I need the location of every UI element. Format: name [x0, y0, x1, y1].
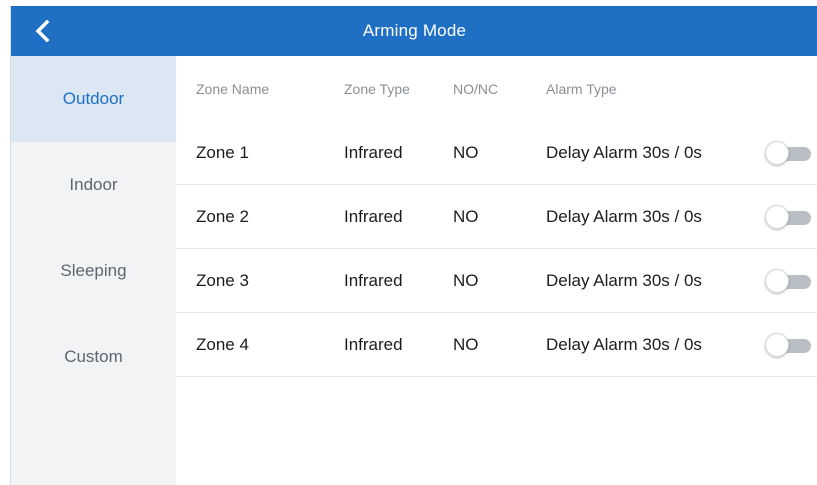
table-row: Zone 2 Infrared NO Delay Alarm 30s / 0s — [176, 185, 817, 249]
sidebar-item-outdoor[interactable]: Outdoor — [11, 56, 176, 142]
zone-name: Zone 3 — [196, 270, 249, 290]
toggle-knob — [765, 268, 789, 293]
alarm-type[interactable]: Delay Alarm 30s / 0s — [546, 335, 702, 355]
zone-enable-toggle[interactable] — [765, 204, 811, 229]
zone-name: Zone 1 — [196, 142, 249, 162]
no-nc-value: NO — [453, 206, 479, 226]
back-button[interactable] — [25, 13, 61, 49]
zone-name: Zone 2 — [196, 206, 249, 226]
sidebar-item-sleeping[interactable]: Sleeping — [11, 228, 176, 314]
toggle-knob — [765, 204, 789, 229]
arming-mode-screen: Arming Mode Outdoor Indoor Sleeping Cust… — [10, 6, 817, 485]
sidebar-item-label: Indoor — [69, 175, 118, 194]
zone-type: Infrared — [344, 206, 403, 226]
zone-table: Zone Name Zone Type NO/NC Alarm Type Zon… — [176, 56, 817, 485]
page-title: Arming Mode — [362, 21, 467, 40]
no-nc-value: NO — [453, 270, 479, 290]
table-header: Zone Name Zone Type NO/NC Alarm Type — [176, 56, 817, 121]
column-header-no-nc: NO/NC — [453, 80, 499, 97]
zone-enable-toggle[interactable] — [765, 332, 811, 357]
table-row: Zone 4 Infrared NO Delay Alarm 30s / 0s — [176, 313, 817, 377]
column-header-zone-type: Zone Type — [344, 80, 410, 97]
column-header-zone-name: Zone Name — [196, 80, 270, 97]
toggle-knob — [765, 332, 789, 357]
toggle-knob — [765, 140, 789, 165]
no-nc-value: NO — [453, 334, 479, 354]
alarm-type[interactable]: Delay Alarm 30s / 0s — [546, 207, 702, 227]
sidebar-item-label: Custom — [64, 347, 123, 366]
zone-type: Infrared — [344, 142, 403, 162]
alarm-type[interactable]: Delay Alarm 30s / 0s — [546, 271, 702, 291]
zone-enable-toggle[interactable] — [765, 268, 811, 293]
zone-name: Zone 4 — [196, 334, 249, 354]
sidebar-item-indoor[interactable]: Indoor — [11, 142, 176, 228]
no-nc-value: NO — [453, 142, 479, 162]
chevron-left-icon — [35, 20, 50, 42]
header-bar: Arming Mode — [11, 6, 817, 56]
zone-enable-toggle[interactable] — [765, 140, 811, 165]
column-header-alarm-type: Alarm Type — [546, 80, 617, 97]
sidebar-item-label: Outdoor — [62, 89, 125, 108]
table-row: Zone 3 Infrared NO Delay Alarm 30s / 0s — [176, 249, 817, 313]
table-row: Zone 1 Infrared NO Delay Alarm 30s / 0s — [176, 121, 817, 185]
sidebar-item-custom[interactable]: Custom — [11, 314, 176, 400]
alarm-type[interactable]: Delay Alarm 30s / 0s — [546, 143, 702, 163]
zone-type: Infrared — [344, 334, 403, 354]
zone-type: Infrared — [344, 270, 403, 290]
mode-sidebar: Outdoor Indoor Sleeping Custom — [11, 56, 176, 485]
sidebar-item-label: Sleeping — [60, 261, 127, 280]
